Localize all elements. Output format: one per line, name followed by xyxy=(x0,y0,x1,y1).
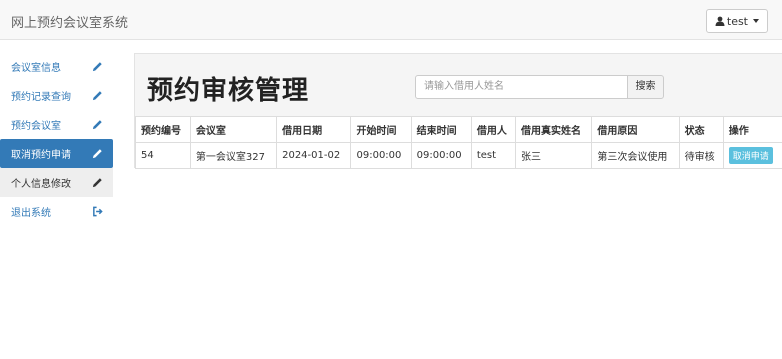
pencil-icon xyxy=(92,120,102,130)
sidebar-item-label: 个人信息修改 xyxy=(11,179,71,190)
user-menu-button[interactable]: test xyxy=(705,9,768,33)
column-header: 状态 xyxy=(678,116,724,143)
sidebar-item-book-room[interactable]: 预约会议室 xyxy=(0,110,113,139)
page-title: 预约审核管理 xyxy=(147,76,310,106)
logout-icon xyxy=(93,206,103,217)
column-header: 开始时间 xyxy=(350,116,412,143)
table-cell: 张三 xyxy=(514,142,593,169)
column-header: 借用真实姓名 xyxy=(514,116,593,143)
column-header: 借用人 xyxy=(470,116,516,143)
caret-down-icon xyxy=(753,19,759,23)
top-navbar: 网上预约会议室系统 test xyxy=(0,0,782,40)
table-cell: test xyxy=(470,142,516,169)
pencil-icon xyxy=(92,91,102,101)
table-cell: 09:00:00 xyxy=(350,142,412,169)
cancel-request-button[interactable]: 取消申请 xyxy=(728,147,773,164)
search-input[interactable]: 请输入借用人姓名 xyxy=(415,75,628,99)
column-header: 结束时间 xyxy=(410,116,472,143)
column-header: 操作 xyxy=(722,116,782,143)
table-header-row: 预约编号 会议室 借用日期 开始时间 结束时间 借用人 借用真实姓名 借用原因 … xyxy=(135,116,782,143)
table-cell: 2024-01-02 xyxy=(276,142,352,169)
pencil-icon xyxy=(92,178,102,188)
search-button[interactable]: 搜索 xyxy=(627,75,664,99)
sidebar-item-cancel-booking[interactable]: 取消预约申请 xyxy=(0,139,113,168)
sidebar-item-label: 预约会议室 xyxy=(11,121,61,132)
user-icon xyxy=(715,16,725,26)
booking-table: 预约编号 会议室 借用日期 开始时间 结束时间 借用人 借用真实姓名 借用原因 … xyxy=(135,116,782,169)
table-cell: 取消申请 xyxy=(722,142,782,169)
sidebar-item-logout[interactable]: 退出系统 xyxy=(0,197,113,226)
sidebar-item-profile[interactable]: 个人信息修改 xyxy=(0,168,113,197)
sidebar-item-booking-records[interactable]: 预约记录查询 xyxy=(0,81,113,110)
column-header: 预约编号 xyxy=(135,116,191,143)
column-header: 借用原因 xyxy=(591,116,680,143)
table-cell: 待审核 xyxy=(678,142,724,169)
user-name: test xyxy=(726,14,748,28)
app-brand[interactable]: 网上预约会议室系统 xyxy=(11,12,128,31)
sidebar-item-label: 会议室信息 xyxy=(11,63,61,74)
main-panel: 预约审核管理 请输入借用人姓名 搜索 预约编号 会议室 借用日期 开始时间 结束… xyxy=(134,53,782,169)
sidebar: 会议室信息 预约记录查询 预约会议室 取消预约申请 个人信息修改 退出系统 xyxy=(0,52,113,226)
pencil-icon xyxy=(92,149,102,159)
table-row: 54 第一会议室327 2024-01-02 09:00:00 09:00:00… xyxy=(135,142,782,169)
sidebar-item-room-info[interactable]: 会议室信息 xyxy=(0,52,113,81)
table-cell: 第一会议室327 xyxy=(189,142,278,169)
table-cell: 第三次会议使用 xyxy=(591,142,680,169)
sidebar-item-label: 预约记录查询 xyxy=(11,92,71,103)
sidebar-item-label: 取消预约申请 xyxy=(11,150,71,161)
table-cell: 09:00:00 xyxy=(410,142,472,169)
sidebar-item-label: 退出系统 xyxy=(11,208,51,219)
column-header: 借用日期 xyxy=(276,116,352,143)
column-header: 会议室 xyxy=(189,116,278,143)
pencil-icon xyxy=(92,62,102,72)
table-cell: 54 xyxy=(135,142,191,169)
